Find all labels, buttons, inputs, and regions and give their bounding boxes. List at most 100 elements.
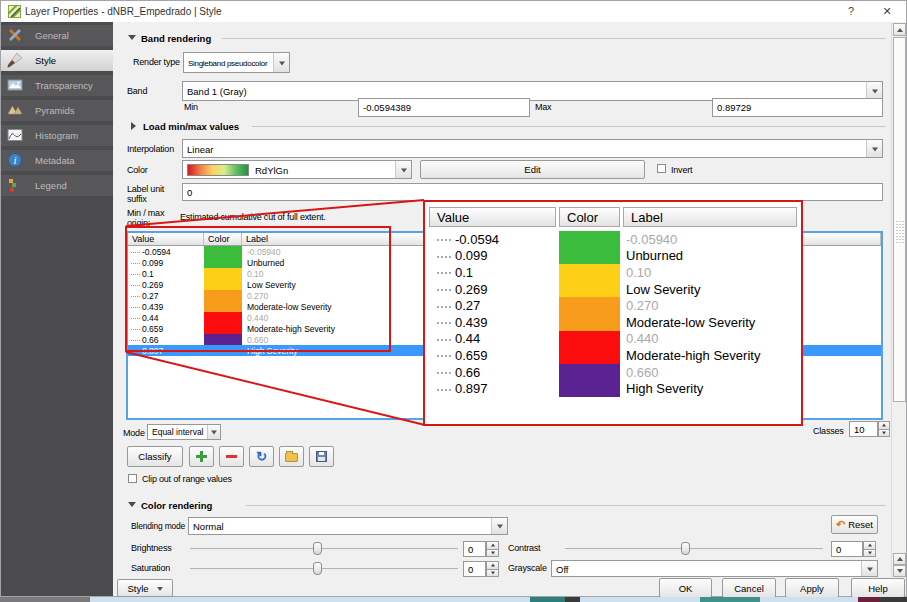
tools-icon	[7, 27, 23, 43]
invert-label: Invert	[671, 165, 692, 175]
saturation-slider-handle[interactable]	[313, 562, 322, 575]
collapse-arrow-color-rendering[interactable]	[128, 502, 136, 507]
label-cell: 0.10	[620, 264, 798, 281]
apply-button[interactable]: Apply	[785, 578, 839, 598]
sidebar-item-transparency[interactable]: Transparency	[1, 75, 113, 96]
color-ramp-combo[interactable]: RdYlGn	[182, 160, 412, 179]
saturation-spinner[interactable]	[486, 561, 499, 577]
vertical-scrollbar[interactable]	[891, 22, 906, 577]
brightness-spinner[interactable]	[486, 541, 499, 557]
sidebar-item-pyramids[interactable]: Pyramids	[1, 100, 113, 121]
table-row: 0.660.660	[429, 364, 798, 381]
add-entry-button[interactable]	[189, 446, 214, 467]
label-cell: 0.440	[620, 331, 798, 348]
interpolation-combo[interactable]: Linear	[182, 139, 883, 158]
table-row: 0.659Moderate-high Severity	[429, 347, 798, 364]
plus-icon	[196, 451, 207, 462]
magnified-table-inset: Value Color Label -0.0594-0.059400.099Un…	[423, 200, 803, 426]
folder-icon	[285, 453, 298, 462]
sidebar-item-legend[interactable]: Legend	[1, 175, 113, 196]
contrast-input[interactable]: 0	[831, 541, 863, 557]
color-label: Color	[127, 165, 148, 175]
value-cell: 0.099	[429, 248, 559, 265]
svg-text:i: i	[13, 154, 16, 166]
color-ramp-preview	[187, 164, 249, 176]
label-cell: Moderate-low Severity	[620, 314, 798, 331]
invert-checkbox[interactable]	[657, 164, 666, 173]
contrast-slider[interactable]	[565, 548, 823, 550]
brightness-input[interactable]: 0	[463, 541, 486, 557]
value-cell: 0.44	[429, 331, 559, 348]
style-menu-button[interactable]: Style	[117, 579, 173, 597]
max-input[interactable]: 0.89729	[712, 98, 883, 117]
value-cell: 0.439	[429, 314, 559, 331]
value-cell: 0.659	[429, 347, 559, 364]
saturation-input[interactable]: 0	[463, 561, 486, 577]
edit-button[interactable]: Edit	[420, 160, 645, 179]
sidebar-item-histogram[interactable]: Histogram	[1, 125, 113, 146]
scroll-up-button-bottom[interactable]	[893, 553, 906, 565]
clip-checkbox[interactable]	[128, 474, 137, 483]
brightness-slider-handle[interactable]	[313, 542, 322, 555]
zoom-annotation-line-top	[126, 199, 424, 227]
render-type-label: Render type	[133, 57, 180, 67]
sidebar-item-style[interactable]: Style	[1, 50, 113, 71]
value-column-header: Value	[429, 207, 556, 227]
refresh-button[interactable]: ↻	[249, 446, 274, 467]
help-button[interactable]: Help	[851, 578, 905, 598]
label-cell: -0.05940	[620, 231, 798, 248]
pyramids-icon	[7, 102, 23, 118]
max-label: Max	[535, 102, 551, 112]
sidebar-item-metadata[interactable]: i Metadata	[1, 150, 113, 171]
contrast-slider-handle[interactable]	[681, 542, 690, 555]
chevron-down-icon	[273, 53, 289, 72]
load-minmax-header: Load min/max values	[143, 121, 239, 132]
collapse-arrow-load-minmax[interactable]	[131, 122, 136, 130]
scroll-down-button[interactable]	[893, 565, 906, 577]
collapse-arrow-band-rendering[interactable]	[128, 35, 136, 40]
minus-icon	[226, 455, 237, 458]
scrollbar-grip	[895, 220, 904, 244]
brightness-slider[interactable]	[190, 548, 458, 550]
render-type-combo[interactable]: Singleband pseudocolor	[183, 52, 290, 73]
grayscale-combo[interactable]: Off	[551, 560, 878, 577]
scrollbar-thumb[interactable]	[893, 37, 906, 402]
divider	[222, 38, 886, 39]
label-cell: Unburned	[620, 248, 798, 265]
table-row: 0.269Low Severity	[429, 281, 798, 298]
min-input[interactable]: -0.0594389	[358, 98, 530, 117]
color-column-header: Color	[559, 207, 620, 227]
table-row: 0.099 Unburned	[429, 248, 798, 265]
cancel-button[interactable]: Cancel	[722, 578, 776, 598]
table-row: 0.897High Severity	[429, 380, 798, 397]
saturation-label: Saturation	[131, 563, 170, 573]
close-button[interactable]: ✕	[880, 5, 894, 18]
background-map-strip	[700, 597, 760, 602]
sidebar-item-general[interactable]: General	[1, 25, 113, 46]
classes-input[interactable]: 10	[849, 421, 878, 437]
blending-mode-combo[interactable]: Normal	[188, 517, 508, 535]
value-cell: 0.27	[429, 297, 559, 314]
help-button[interactable]: ?	[844, 5, 858, 17]
save-colormap-button[interactable]	[309, 446, 334, 467]
color-swatch	[559, 297, 620, 314]
scroll-up-button[interactable]	[893, 23, 906, 36]
zoom-annotation-rect	[125, 226, 391, 352]
classes-spinner[interactable]	[878, 421, 890, 437]
contrast-spinner[interactable]	[863, 541, 876, 557]
remove-entry-button[interactable]	[219, 446, 244, 467]
saturation-slider[interactable]	[190, 568, 458, 570]
mode-combo[interactable]: Equal interval	[147, 424, 221, 440]
classify-button[interactable]: Classify	[127, 446, 183, 467]
ok-button[interactable]: OK	[659, 578, 712, 598]
background-app-strip	[0, 597, 907, 602]
min-label: Min	[184, 102, 198, 112]
color-swatch	[559, 264, 620, 281]
label-cell: 0.660	[620, 364, 798, 381]
load-colormap-button[interactable]	[279, 446, 304, 467]
table-row: 0.270.270	[429, 297, 798, 314]
chevron-down-icon	[861, 561, 877, 576]
minmax-origin-label-1: Min / max	[127, 208, 164, 218]
label-unit-suffix-input[interactable]: 0	[182, 183, 883, 201]
reset-button[interactable]: ↶ Reset	[831, 515, 878, 534]
